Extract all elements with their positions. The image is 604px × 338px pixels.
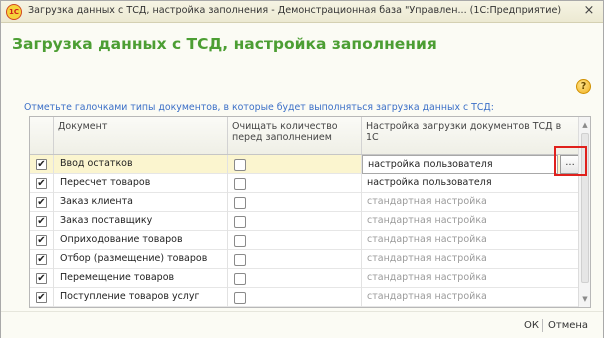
scroll-up-icon[interactable]: ▲ xyxy=(580,120,590,130)
clear-quantity-cell xyxy=(228,193,362,212)
enabled-checkbox[interactable]: ✔ xyxy=(36,292,47,303)
clear-quantity-checkbox[interactable] xyxy=(234,235,246,247)
enabled-checkbox[interactable]: ✔ xyxy=(36,197,47,208)
instruction-text: Отметьте галочками типы документов, в ко… xyxy=(24,102,494,113)
clear-quantity-cell xyxy=(228,269,362,288)
settings-value[interactable]: настройка пользователя xyxy=(362,174,578,193)
form-heading: Загрузка данных с ТСД, настройка заполне… xyxy=(12,35,437,53)
table-row[interactable]: ✔ Отбор (размещение) товаров стандартная н… xyxy=(30,250,578,269)
enabled-cell: ✔ xyxy=(30,288,54,307)
clear-quantity-checkbox[interactable] xyxy=(234,178,246,190)
header-load-settings[interactable]: Настройка загрузки документов ТСД в 1С xyxy=(362,117,578,154)
ellipsis-button[interactable]: ... xyxy=(560,155,580,174)
cancel-button[interactable]: Отмена xyxy=(548,320,588,331)
enabled-checkbox[interactable]: ✔ xyxy=(36,159,47,170)
scroll-down-icon[interactable]: ▼ xyxy=(580,294,590,304)
enabled-checkbox[interactable]: ✔ xyxy=(36,235,47,246)
settings-value[interactable]: стандартная настройка xyxy=(362,193,578,212)
document-name: Ввод остатков xyxy=(54,155,228,174)
enabled-cell: ✔ xyxy=(30,193,54,212)
table-row[interactable]: ✔ Пересчет товаров настройка пользователя xyxy=(30,174,578,193)
scroll-thumb[interactable] xyxy=(581,133,589,283)
table-header: Документ Очищать количество перед заполн… xyxy=(30,117,590,155)
clear-quantity-checkbox[interactable] xyxy=(234,254,246,266)
clear-quantity-checkbox[interactable] xyxy=(234,159,246,171)
window-title: Загрузка данных с ТСД, настройка заполне… xyxy=(28,5,562,16)
table-row[interactable]: ✔ Перемещение товаров стандартная настройк… xyxy=(30,269,578,288)
table-row[interactable]: ✔ Заказ поставщику стандартная настройка xyxy=(30,212,578,231)
settings-value[interactable]: стандартная настройка xyxy=(362,250,578,269)
document-name: Заказ клиента xyxy=(54,193,228,212)
vertical-scrollbar[interactable]: ▲ ▼ xyxy=(578,117,590,307)
enabled-checkbox[interactable]: ✔ xyxy=(36,273,47,284)
help-icon[interactable]: ? xyxy=(576,79,591,94)
clear-quantity-cell xyxy=(228,250,362,269)
settings-value[interactable]: стандартная настройка xyxy=(362,288,578,307)
table-row[interactable]: ✔ Поступление товаров услуг стандартная на… xyxy=(30,288,578,307)
app-1c-icon[interactable]: 1С xyxy=(6,4,22,20)
clear-quantity-checkbox[interactable] xyxy=(234,197,246,209)
enabled-checkbox[interactable]: ✔ xyxy=(36,216,47,227)
settings-value[interactable]: стандартная настройка xyxy=(362,212,578,231)
document-name: Оприходование товаров xyxy=(54,231,228,250)
enabled-checkbox[interactable]: ✔ xyxy=(36,178,47,189)
title-bar: 1С Загрузка данных с ТСД, настройка запо… xyxy=(1,1,603,23)
header-check-column xyxy=(30,117,54,154)
enabled-cell: ✔ xyxy=(30,250,54,269)
dialog-window: 1С Загрузка данных с ТСД, настройка запо… xyxy=(0,0,604,338)
clear-quantity-cell xyxy=(228,288,362,307)
documents-table[interactable]: Документ Очищать количество перед заполн… xyxy=(29,116,591,308)
ok-button[interactable]: ОК xyxy=(524,320,539,331)
enabled-cell: ✔ xyxy=(30,231,54,250)
enabled-cell: ✔ xyxy=(30,174,54,193)
table-row[interactable]: ✔ Заказ клиента стандартная настройка xyxy=(30,193,578,212)
close-icon[interactable]: × xyxy=(581,3,597,19)
settings-value[interactable]: настройка пользователя xyxy=(363,156,557,175)
footer-separator xyxy=(542,319,543,332)
clear-quantity-cell xyxy=(228,155,362,174)
document-name: Пересчет товаров xyxy=(54,174,228,193)
document-name: Заказ поставщику xyxy=(54,212,228,231)
document-name: Поступление товаров услуг xyxy=(54,288,228,307)
enabled-cell: ✔ xyxy=(30,155,54,174)
clear-quantity-cell xyxy=(228,174,362,193)
settings-value[interactable]: стандартная настройка xyxy=(362,269,578,288)
document-name: Перемещение товаров xyxy=(54,269,228,288)
table-row[interactable]: ✔ Ввод остатков настройка пользователя... xyxy=(30,155,580,174)
clear-quantity-checkbox[interactable] xyxy=(234,216,246,228)
clear-quantity-cell xyxy=(228,231,362,250)
clear-quantity-checkbox[interactable] xyxy=(234,273,246,285)
settings-value[interactable]: стандартная настройка xyxy=(362,231,578,250)
enabled-checkbox[interactable]: ✔ xyxy=(36,254,47,265)
document-name: Отбор (размещение) товаров xyxy=(54,250,228,269)
enabled-cell: ✔ xyxy=(30,212,54,231)
header-document[interactable]: Документ xyxy=(54,117,228,154)
clear-quantity-cell xyxy=(228,212,362,231)
settings-editor[interactable]: настройка пользователя xyxy=(362,155,558,174)
table-row[interactable]: ✔ Оприходование товаров стандартная настро… xyxy=(30,231,578,250)
dialog-footer: ОК Отмена xyxy=(1,311,603,338)
header-clear-quantity[interactable]: Очищать количество перед заполнением xyxy=(228,117,362,154)
enabled-cell: ✔ xyxy=(30,269,54,288)
clear-quantity-checkbox[interactable] xyxy=(234,292,246,304)
